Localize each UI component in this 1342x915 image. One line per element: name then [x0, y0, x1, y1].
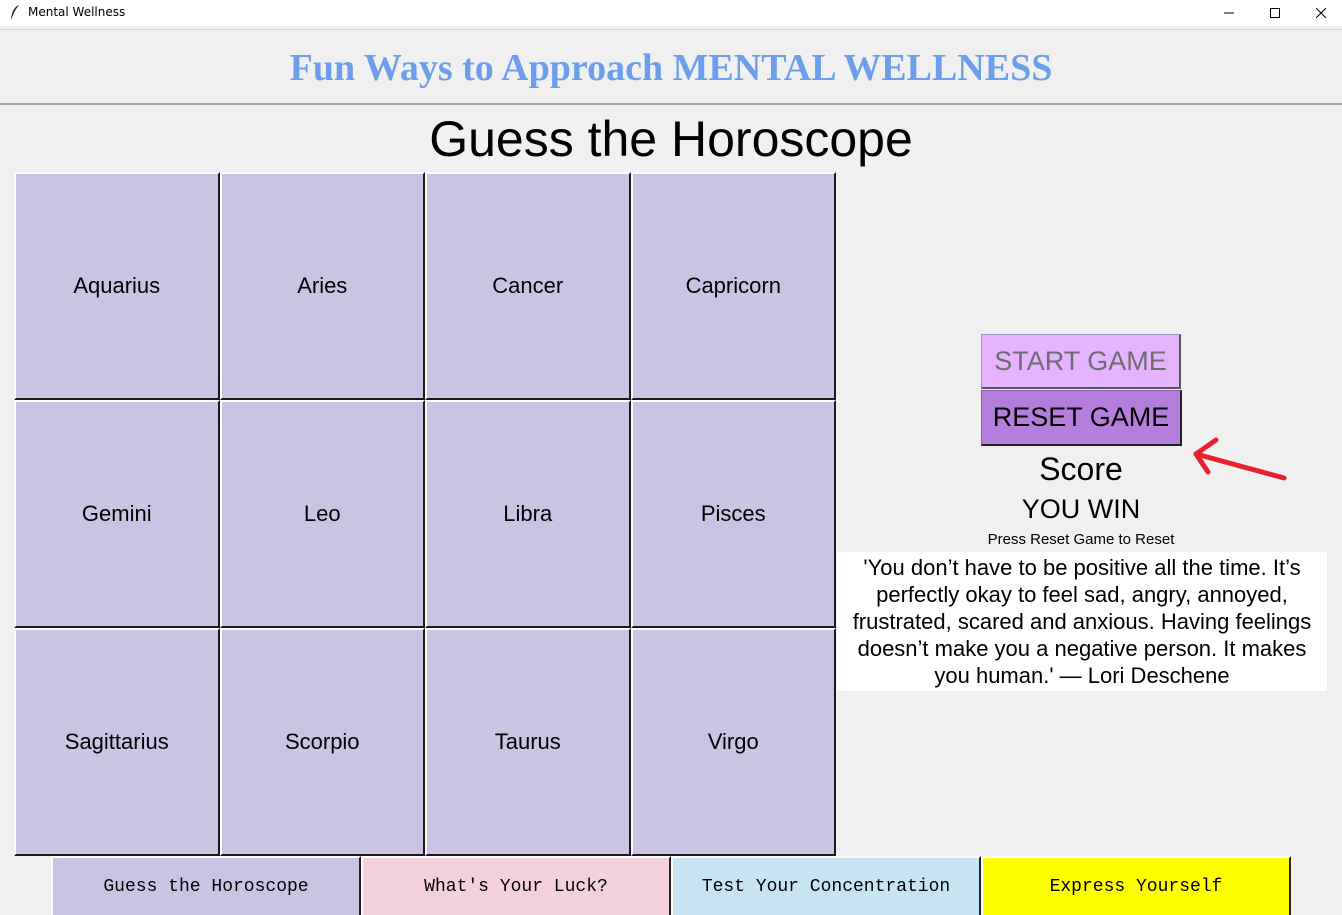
sign-button-aquarius[interactable]: Aquarius [14, 172, 220, 400]
start-game-button[interactable]: START GAME [981, 334, 1181, 389]
quote-box: 'You don’t have to be positive all the t… [837, 552, 1327, 691]
hint-text: Press Reset Game to Reset [987, 531, 1175, 548]
sign-button-taurus[interactable]: Taurus [425, 628, 631, 856]
arrow-annotation [1193, 437, 1287, 481]
tab-whats-your-luck[interactable]: What's Your Luck? [361, 856, 671, 915]
horoscope-grid: Aquarius Aries Cancer Capricorn Gemini L… [14, 172, 836, 856]
sign-button-cancer[interactable]: Cancer [425, 172, 631, 400]
banner-title: Fun Ways to Approach MENTAL WELLNESS [289, 47, 1053, 89]
sign-button-leo[interactable]: Leo [219, 400, 425, 628]
result-text: YOU WIN [1021, 494, 1141, 524]
sign-button-aries[interactable]: Aries [219, 172, 425, 400]
tab-express-yourself[interactable]: Express Yourself [981, 856, 1291, 915]
window-titlebar: Mental Wellness [0, 0, 1342, 26]
window-title: Mental Wellness [28, 5, 126, 19]
sign-button-gemini[interactable]: Gemini [14, 400, 220, 628]
tab-guess-horoscope[interactable]: Guess the Horoscope [51, 856, 361, 915]
page-title: Guess the Horoscope [429, 111, 913, 167]
feather-icon [11, 5, 19, 20]
minimize-button[interactable] [1206, 0, 1252, 26]
header-banner: Fun Ways to Approach MENTAL WELLNESS [0, 29, 1342, 105]
score-label: Score [1039, 451, 1123, 487]
tab-test-concentration[interactable]: Test Your Concentration [671, 856, 981, 915]
close-button[interactable] [1298, 0, 1342, 26]
sign-button-sagittarius[interactable]: Sagittarius [14, 628, 220, 856]
sign-button-virgo[interactable]: Virgo [630, 628, 836, 856]
sign-button-capricorn[interactable]: Capricorn [630, 172, 836, 400]
sign-button-libra[interactable]: Libra [425, 400, 631, 628]
sign-button-scorpio[interactable]: Scorpio [219, 628, 425, 856]
reset-game-button[interactable]: RESET GAME [981, 390, 1182, 446]
minimize-icon [1224, 12, 1234, 14]
sign-button-pisces[interactable]: Pisces [630, 400, 836, 628]
close-icon [1316, 8, 1326, 18]
maximize-button[interactable] [1252, 0, 1298, 26]
maximize-icon [1270, 8, 1280, 18]
